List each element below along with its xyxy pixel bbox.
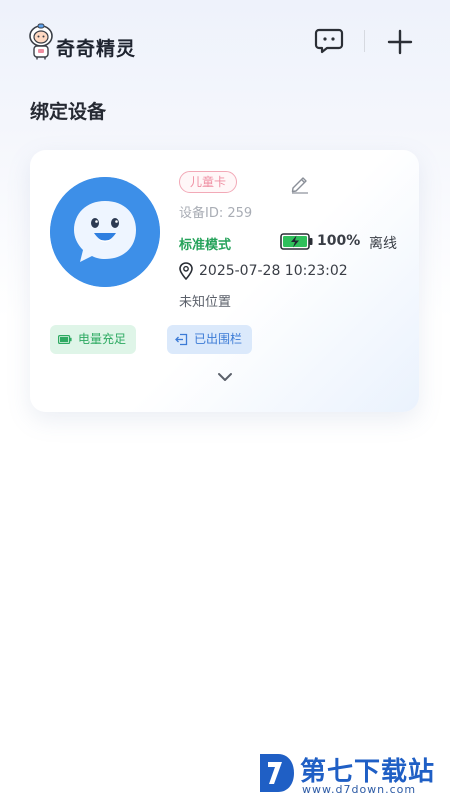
app-header: 奇奇精灵: [0, 0, 450, 84]
battery-status-label: 电量充足: [78, 332, 127, 346]
exit-fence-icon: [175, 333, 188, 346]
battery-percent: 100%: [317, 233, 361, 249]
section-title: 绑定设备: [30, 101, 107, 123]
plus-icon[interactable]: [385, 27, 415, 57]
app-title: 奇奇精灵: [56, 38, 137, 60]
last-update-time: 2025-07-28 10:23:02: [199, 263, 348, 279]
chat-bubble-icon[interactable]: [314, 28, 344, 54]
battery-charging-icon: [280, 233, 313, 250]
connection-status: 离线: [369, 236, 397, 252]
watermark: 第七下载站 www.d7down.com: [252, 750, 442, 798]
watermark-url: www.d7down.com: [302, 783, 417, 796]
device-mode: 标准模式: [179, 238, 232, 253]
device-avatar: [50, 177, 160, 287]
chevron-down-icon[interactable]: [215, 369, 235, 385]
device-id: 设备ID: 259: [179, 206, 253, 221]
fence-status-label: 已出围栏: [194, 332, 243, 346]
d7down-logo-icon: [260, 754, 294, 792]
battery-status-chip: 电量充足: [50, 325, 137, 354]
device-card[interactable]: 儿童卡 设备ID: 259 标准模式 100% 离线 2025-07-28 10…: [30, 150, 419, 412]
astronaut-mascot-icon: [29, 23, 53, 60]
device-location: 未知位置: [179, 295, 232, 310]
edit-pencil-icon[interactable]: [289, 172, 311, 194]
header-divider: [364, 30, 365, 52]
device-tag: 儿童卡: [179, 171, 238, 193]
fence-status-chip[interactable]: 已出围栏: [167, 325, 253, 354]
smiling-chat-bubble-icon: [50, 177, 160, 287]
battery-full-icon: [58, 335, 72, 344]
location-pin-icon: [179, 262, 193, 280]
